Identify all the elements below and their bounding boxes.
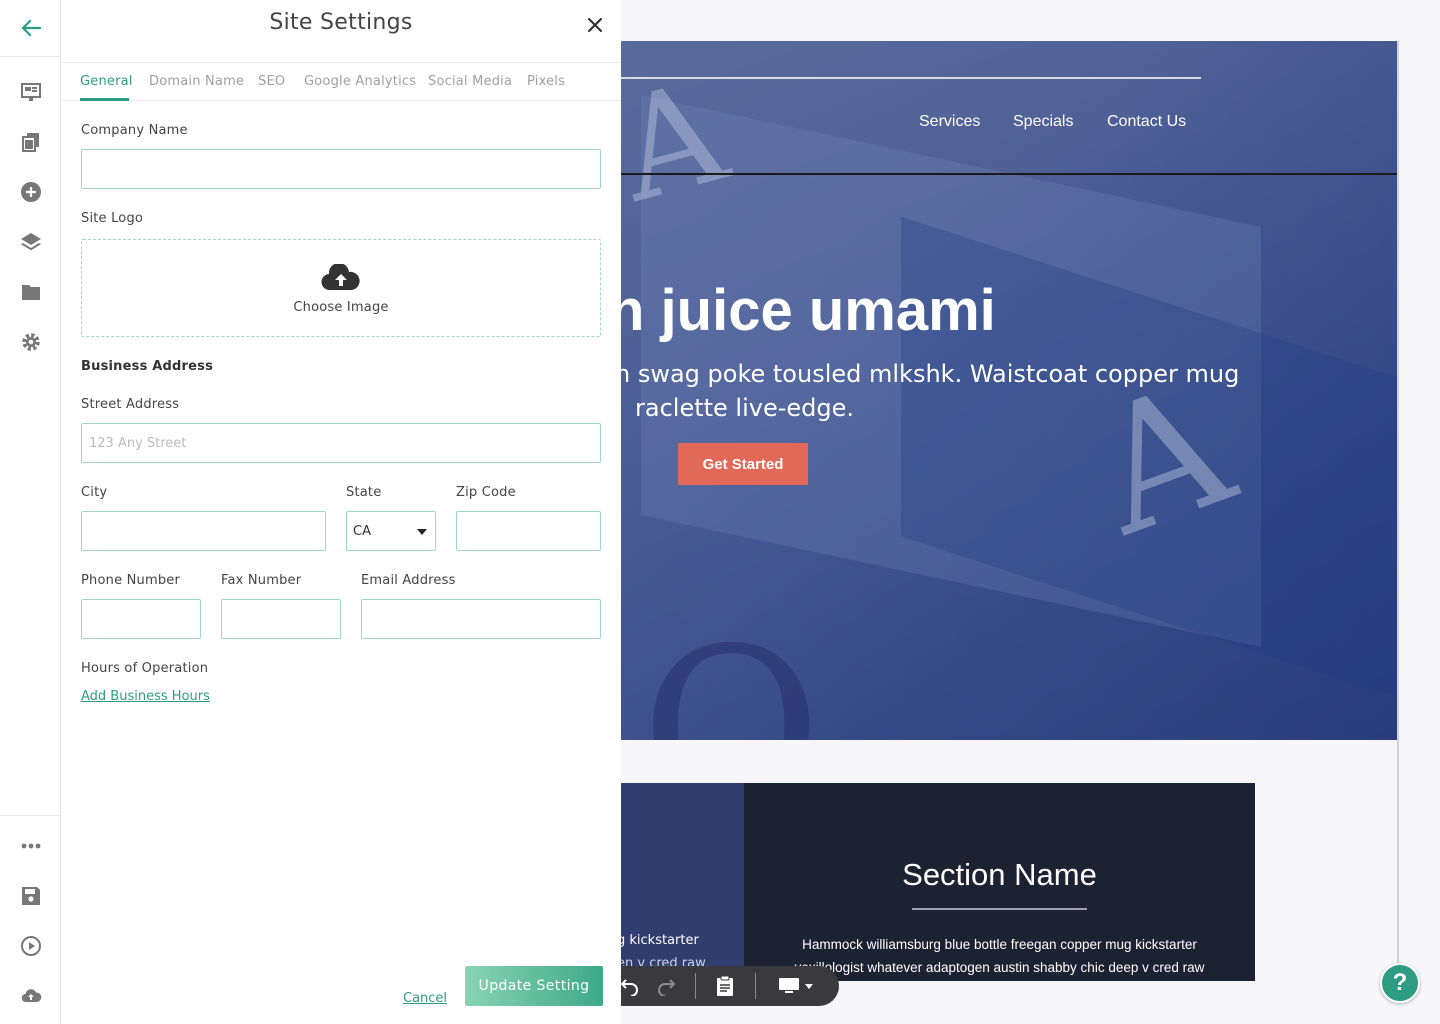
state-select[interactable]: CA [346,511,436,551]
nav-divider [621,173,1398,175]
section-title: Section Name [902,857,1097,892]
company-name-label: Company Name [81,123,188,138]
preview-button[interactable] [0,926,61,966]
tab-pixels[interactable]: Pixels [527,74,565,89]
pages-button[interactable] [0,122,61,162]
settings-button[interactable] [0,322,61,362]
pages-icon [21,133,39,152]
street-address-label: Street Address [81,397,180,412]
site-logo-label: Site Logo [81,211,144,226]
play-icon [20,936,41,956]
hero-section: A Q A Services Specials Contact Us n jui… [621,41,1398,740]
nav-services[interactable]: Services [919,113,980,131]
nav-specials[interactable]: Specials [1013,113,1073,131]
save-button[interactable] [0,876,61,916]
email-address-input[interactable] [361,599,601,639]
toolbar-separator [695,973,696,999]
site-logo-dropzone[interactable]: Choose Image [81,239,601,337]
tab-general[interactable]: General [80,74,133,89]
layers-icon [20,233,41,251]
street-address-input[interactable]: 123 Any Street [81,423,601,463]
toolbar-separator [755,973,756,999]
more-button[interactable] [0,826,61,866]
section-body-line: Hammock williamsburg blue bottle freegan… [802,937,1197,952]
add-circle-icon [20,182,41,202]
left-rail [0,0,61,1024]
company-name-input[interactable] [81,149,601,189]
rail-divider [0,815,61,816]
add-element-button[interactable] [0,172,61,212]
fax-number-input[interactable] [221,599,341,639]
fax-number-label: Fax Number [221,573,302,588]
site-preview: A Q A Services Specials Contact Us n jui… [621,41,1398,981]
phone-number-input[interactable] [81,599,201,639]
close-icon [587,17,603,33]
section-left-column: g kickstarter en v cred raw [621,783,744,981]
undo-icon [620,979,638,996]
desktop-icon [779,978,799,993]
section-block: Section Name Hammock williamsburg blue b… [744,783,1255,981]
phone-number-label: Phone Number [81,573,181,588]
undo-button[interactable] [618,974,642,998]
redo-icon [658,979,676,996]
layers-button[interactable] [0,222,61,262]
panel-title: Site Settings [269,10,413,35]
cloud-upload-icon [21,989,41,1003]
state-label: State [346,485,382,500]
help-button[interactable]: ? [1380,963,1420,1003]
preview-edge [1397,41,1399,981]
gear-icon [21,333,40,351]
hero-text: n swag poke tousled mlkshk. Waistcoat co… [621,357,1255,425]
hero-text-line: raclette live-edge. [635,394,855,422]
caret-down-icon [417,529,427,535]
tab-google-analytics[interactable]: Google Analytics [304,74,416,89]
city-label: City [81,485,108,500]
zip-code-label: Zip Code [456,485,516,500]
tab-domain-name[interactable]: Domain Name [149,74,244,89]
layout-button[interactable] [0,72,61,112]
zip-code-input[interactable] [456,511,601,551]
hours-of-operation-label: Hours of Operation [81,661,209,676]
update-setting-button[interactable]: Update Setting [465,966,603,1006]
business-address-heading: Business Address [81,359,214,374]
get-started-button[interactable]: Get Started [678,443,808,485]
close-button[interactable] [583,13,607,37]
tab-seo[interactable]: SEO [258,74,285,89]
settings-tabs: General Domain Name SEO Google Analytics… [61,62,621,101]
email-address-label: Email Address [361,573,456,588]
section-left-text: g kickstarter [621,933,699,948]
section-rule [912,908,1087,910]
device-view-dropdown[interactable] [774,974,818,998]
publish-button[interactable] [0,976,61,1016]
hero-top-line [621,77,1201,79]
layout-icon [20,83,41,101]
files-button[interactable] [0,272,61,312]
clipboard-icon [717,975,733,996]
cancel-link[interactable]: Cancel [403,991,447,1006]
cloud-upload-icon [321,262,361,296]
city-input[interactable] [81,511,326,551]
hero-background-letter: Q [641,601,822,740]
caret-down-icon [805,984,813,989]
redo-button[interactable] [654,974,678,998]
add-business-hours-link[interactable]: Add Business Hours [81,689,210,704]
save-icon [21,887,40,905]
back-button[interactable] [0,0,61,57]
choose-image-label: Choose Image [293,300,389,315]
nav-contact-us[interactable]: Contact Us [1107,113,1186,131]
editor-toolbar [596,966,839,1006]
state-select-value: CA [353,523,371,539]
more-icon [21,843,40,849]
tab-social-media[interactable]: Social Media [428,74,512,89]
hero-text-line: n swag poke tousled mlkshk. Waistcoat co… [621,360,1240,388]
folder-icon [21,285,40,300]
clipboard-button[interactable] [713,974,737,998]
back-arrow-icon [21,19,41,37]
site-settings-panel: Site Settings General Domain Name SEO Go… [61,0,621,1024]
hero-heading: n juice umami [621,278,996,343]
active-tab-indicator [80,98,129,101]
